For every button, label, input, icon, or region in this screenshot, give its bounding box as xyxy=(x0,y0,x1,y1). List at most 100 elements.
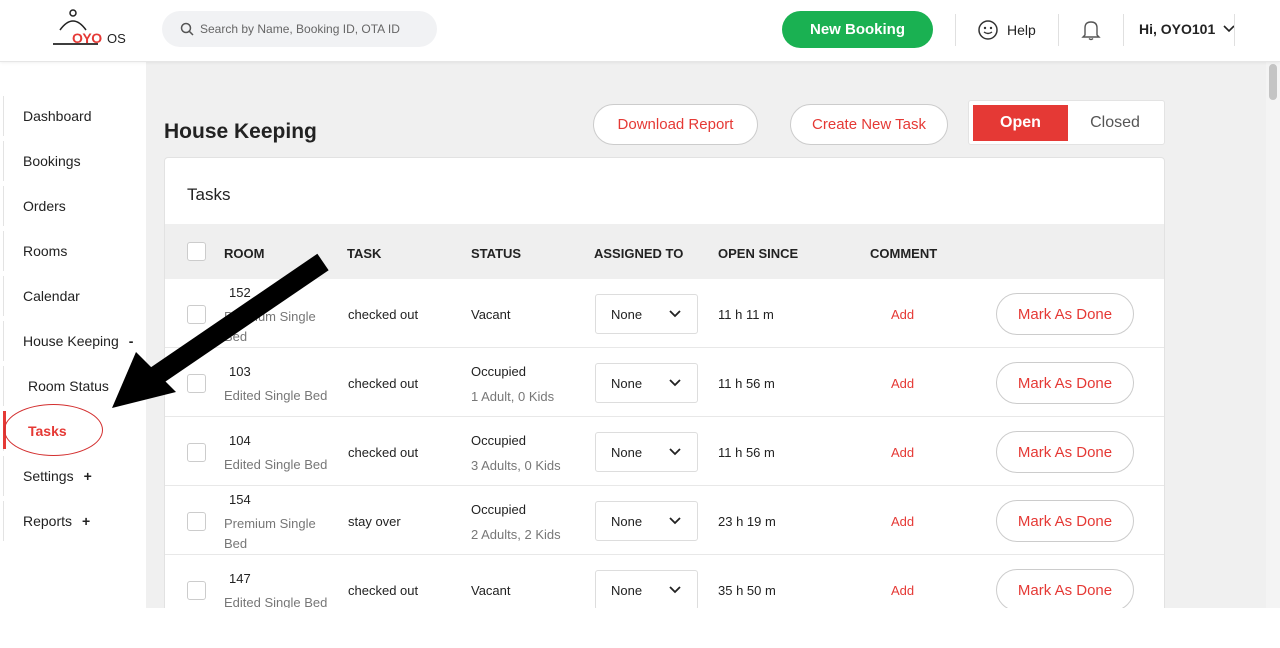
room-type: Premium Single Bed xyxy=(224,309,316,344)
annotation-circle xyxy=(4,404,103,456)
sidebar-item-settings[interactable]: Settings + xyxy=(3,456,143,496)
chevron-down-icon xyxy=(669,586,681,594)
sidebar-item-rooms[interactable]: Rooms xyxy=(3,231,143,271)
scroll-thumb[interactable] xyxy=(1269,64,1277,100)
create-task-button[interactable]: Create New Task xyxy=(790,104,948,145)
mark-as-done-button[interactable]: Mark As Done xyxy=(996,500,1134,542)
room-number: 152 xyxy=(229,285,251,300)
oyo-os-logo[interactable]: OYO OS xyxy=(50,8,130,50)
open-since: 23 h 19 m xyxy=(718,514,776,529)
assignee-select[interactable]: None xyxy=(595,570,698,608)
card-title: Tasks xyxy=(187,185,231,204)
room-type: Edited Single Bed xyxy=(224,388,328,403)
sidebar-item-reports[interactable]: Reports + xyxy=(3,501,143,541)
room-number: 154 xyxy=(229,492,251,507)
column-header: COMMENT xyxy=(870,246,938,261)
row-checkbox[interactable] xyxy=(187,581,206,600)
assignee-select[interactable]: None xyxy=(595,363,698,403)
help-label: Help xyxy=(1007,22,1036,38)
sidebar-item-label: Dashboard xyxy=(23,108,92,124)
row-checkbox[interactable] xyxy=(187,443,206,462)
room-status: Occupied xyxy=(471,433,526,448)
logo-text: OYO xyxy=(72,30,102,46)
column-header: STATUS xyxy=(471,246,522,261)
room-status: Vacant xyxy=(471,583,511,598)
chevron-down-icon xyxy=(669,310,681,318)
tab-open[interactable]: Open xyxy=(973,105,1068,141)
collapse-sign: - xyxy=(128,333,134,349)
guest-count: 2 Adults, 2 Kids xyxy=(471,527,561,542)
mark-as-done-button[interactable]: Mark As Done xyxy=(996,431,1134,473)
help-button[interactable]: Help xyxy=(977,19,1036,41)
add-comment-link[interactable]: Add xyxy=(891,583,914,598)
assignee-value: None xyxy=(611,582,643,598)
table-header: ROOM TASK STATUS ASSIGNED TO OPEN SINCE … xyxy=(165,224,1164,279)
assignee-value: None xyxy=(611,306,643,322)
add-comment-link[interactable]: Add xyxy=(891,514,914,529)
row-checkbox[interactable] xyxy=(187,374,206,393)
sidebar-item-room-status[interactable]: Room Status xyxy=(3,366,143,406)
sidebar-item-house-keeping[interactable]: House Keeping - xyxy=(3,321,143,361)
header-divider xyxy=(1123,14,1124,46)
task-type: checked out xyxy=(348,376,419,391)
sidebar-item-bookings[interactable]: Bookings xyxy=(3,141,143,181)
table-row: 104 Edited Single Bed checked out Occupi… xyxy=(165,417,1164,486)
header-divider xyxy=(1234,14,1235,46)
sidebar-item-label: Settings xyxy=(23,468,74,484)
vertical-scrollbar[interactable] xyxy=(1266,62,1280,608)
assignee-value: None xyxy=(611,444,643,460)
assignee-select[interactable]: None xyxy=(595,294,698,334)
user-menu[interactable]: Hi, OYO101 xyxy=(1139,21,1235,37)
main-content: House Keeping Download Report Create New… xyxy=(146,62,1266,608)
bell-icon[interactable] xyxy=(1081,19,1101,41)
header-divider xyxy=(955,14,956,46)
task-type: stay over xyxy=(348,514,401,529)
room-type: Edited Single Bed xyxy=(224,457,328,472)
sidebar-item-dashboard[interactable]: Dashboard xyxy=(3,96,143,136)
open-since: 11 h 56 m xyxy=(718,445,775,460)
select-all-checkbox[interactable] xyxy=(187,242,206,261)
sidebar-item-label: Rooms xyxy=(23,243,68,259)
table-row: 154 Premium Single Bed stay over Occupie… xyxy=(165,486,1164,555)
sidebar-item-label: Reports xyxy=(23,513,73,529)
add-comment-link[interactable]: Add xyxy=(891,307,914,322)
search-input[interactable] xyxy=(200,19,425,39)
room-status: Occupied xyxy=(471,502,526,517)
mark-as-done-button[interactable]: Mark As Done xyxy=(996,293,1134,335)
sidebar-item-label: Calendar xyxy=(23,288,80,304)
row-checkbox[interactable] xyxy=(187,305,206,324)
top-header: OYO OS New Booking Help Hi, OYO101 xyxy=(0,0,1280,62)
sidebar-item-label: House Keeping xyxy=(23,333,119,349)
assignee-select[interactable]: None xyxy=(595,432,698,472)
user-greeting: Hi, OYO101 xyxy=(1139,21,1216,37)
row-checkbox[interactable] xyxy=(187,512,206,531)
sidebar-item-calendar[interactable]: Calendar xyxy=(3,276,143,316)
room-number: 104 xyxy=(229,433,251,448)
open-since: 11 h 56 m xyxy=(718,376,775,391)
column-header: ROOM xyxy=(224,246,265,261)
new-booking-button[interactable]: New Booking xyxy=(782,11,933,48)
open-closed-toggle: Open Closed xyxy=(968,100,1165,145)
room-number: 147 xyxy=(229,571,251,586)
sidebar-item-orders[interactable]: Orders xyxy=(3,186,143,226)
chevron-down-icon xyxy=(669,379,681,387)
mark-as-done-button[interactable]: Mark As Done xyxy=(996,569,1134,608)
guest-count: 1 Adult, 0 Kids xyxy=(471,389,555,404)
room-type: Premium Single Bed xyxy=(224,516,316,551)
add-comment-link[interactable]: Add xyxy=(891,445,914,460)
tab-closed[interactable]: Closed xyxy=(1068,105,1162,141)
mark-as-done-button[interactable]: Mark As Done xyxy=(996,362,1134,404)
assignee-value: None xyxy=(611,513,643,529)
add-comment-link[interactable]: Add xyxy=(891,376,914,391)
sidebar: Dashboard Bookings Orders Rooms Calendar… xyxy=(0,62,146,648)
column-header: OPEN SINCE xyxy=(718,246,799,261)
search-bar xyxy=(162,11,437,47)
assignee-select[interactable]: None xyxy=(595,501,698,541)
chevron-down-icon xyxy=(669,448,681,456)
header-divider xyxy=(1058,14,1059,46)
table-row: 147 Edited Single Bed checked out Vacant… xyxy=(165,555,1164,608)
expand-sign: + xyxy=(83,468,92,484)
download-report-button[interactable]: Download Report xyxy=(593,104,758,145)
chevron-down-icon xyxy=(669,517,681,525)
expand-sign: + xyxy=(82,513,91,529)
